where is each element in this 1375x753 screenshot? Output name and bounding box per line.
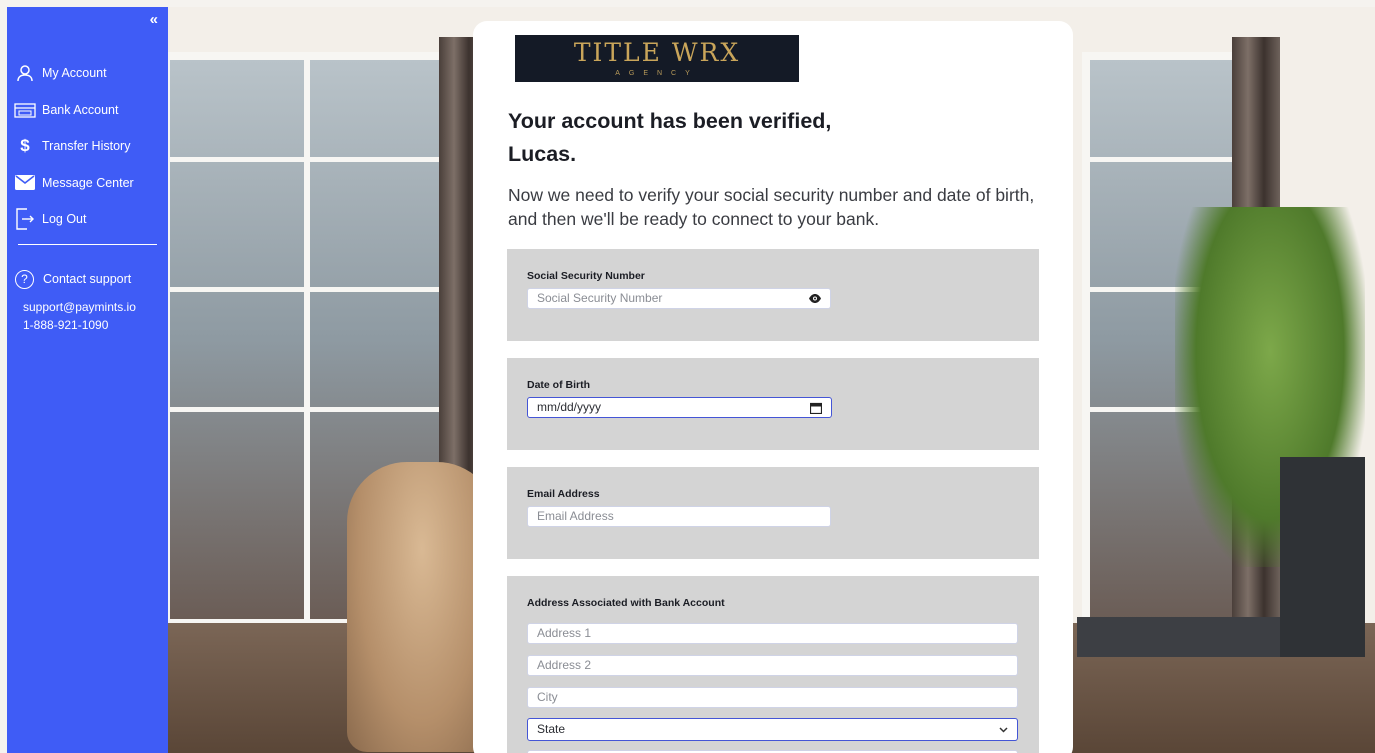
ssn-placeholder: Social Security Number	[537, 291, 663, 305]
contact-support: ? Contact support support@paymints.io 1-…	[13, 267, 163, 334]
user-icon	[13, 63, 37, 83]
help-icon: ?	[15, 269, 34, 289]
instructions-text: Now we need to verify your social securi…	[508, 185, 1035, 229]
eye-icon[interactable]	[809, 289, 821, 308]
address2-placeholder: Address 2	[537, 658, 592, 672]
email-placeholder: Email Address	[537, 509, 614, 523]
contact-support-title: Contact support	[43, 272, 132, 286]
address1-input[interactable]: Address 1	[527, 623, 1018, 644]
address1-placeholder: Address 1	[537, 626, 592, 640]
sidebar-nav: My Account Bank Account $ Transfer Histo…	[13, 55, 163, 238]
logo-sub-text: AGENCY	[615, 70, 699, 77]
dob-input[interactable]: mm/dd/yyyy	[527, 397, 832, 418]
chevron-down-icon	[999, 719, 1008, 740]
email-label: Email Address	[527, 488, 600, 500]
contact-support-link[interactable]: ? Contact support	[13, 267, 163, 291]
sidebar-item-my-account[interactable]: My Account	[13, 55, 163, 92]
dollar-icon: $	[20, 136, 30, 156]
headline-line-1: Your account has been verified,	[508, 109, 832, 133]
logout-icon	[13, 208, 37, 230]
sidebar-item-label: Transfer History	[42, 139, 131, 154]
sidebar-item-label: Message Center	[42, 175, 134, 190]
sidebar-item-label: Bank Account	[42, 102, 119, 117]
email-section: Email Address Email Address	[507, 467, 1039, 559]
sidebar-item-label: My Account	[42, 66, 107, 81]
dob-label: Date of Birth	[527, 379, 590, 391]
sidebar-item-transfer-history[interactable]: $ Transfer History	[13, 128, 163, 165]
page-title: Your account has been verified, Lucas.	[508, 105, 928, 171]
verification-card: TITLE WRX AGENCY Your account has been v…	[473, 21, 1073, 753]
email-field[interactable]: Email Address	[527, 506, 831, 527]
state-value: State	[537, 722, 566, 736]
logo-main-text: TITLE WRX	[573, 38, 741, 67]
plant-pot	[1280, 457, 1365, 657]
sidebar: « My Account Bank Account $ Transfer His…	[7, 7, 168, 753]
address-section: Address Associated with Bank Account Add…	[507, 576, 1039, 753]
sidebar-item-log-out[interactable]: Log Out	[13, 201, 163, 238]
envelope-icon	[13, 173, 37, 193]
city-placeholder: City	[537, 690, 558, 704]
ssn-section: Social Security Number Social Security N…	[507, 249, 1039, 341]
ssn-input[interactable]: Social Security Number	[527, 288, 831, 309]
ssn-label: Social Security Number	[527, 270, 645, 282]
dob-section: Date of Birth mm/dd/yyyy	[507, 358, 1039, 450]
address2-input[interactable]: Address 2	[527, 655, 1018, 676]
sidebar-divider	[18, 244, 157, 245]
support-phone[interactable]: 1-888-921-1090	[13, 316, 163, 334]
collapse-sidebar-button[interactable]: «	[150, 11, 158, 28]
company-logo: TITLE WRX AGENCY	[515, 35, 799, 82]
address-label: Address Associated with Bank Account	[527, 597, 725, 609]
headline-line-2: Lucas.	[508, 142, 577, 166]
sidebar-item-message-center[interactable]: Message Center	[13, 165, 163, 202]
dob-value: mm/dd/yyyy	[537, 400, 602, 414]
support-email[interactable]: support@paymints.io	[13, 298, 163, 316]
sidebar-item-bank-account[interactable]: Bank Account	[13, 92, 163, 129]
sidebar-item-label: Log Out	[42, 212, 87, 227]
calendar-icon[interactable]	[810, 398, 822, 417]
city-input[interactable]: City	[527, 687, 1018, 708]
bank-icon	[13, 100, 37, 120]
state-select[interactable]: State	[527, 718, 1018, 741]
